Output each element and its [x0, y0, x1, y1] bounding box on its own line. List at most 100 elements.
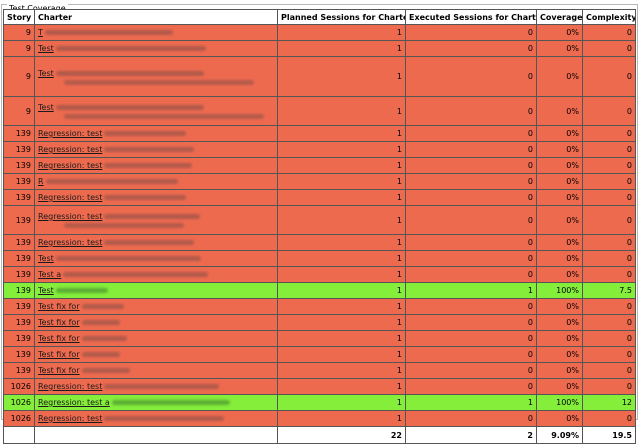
executed-cell: 0	[405, 173, 537, 190]
complexity-cell: 0	[582, 378, 636, 395]
planned-cell: 1	[277, 314, 406, 331]
charter-link[interactable]: Test a	[38, 270, 61, 279]
charter-cell: Test	[34, 40, 278, 57]
charter-link[interactable]: Regression: test	[38, 129, 102, 138]
table-row: 139 Test fix for 1 0 0% 0	[3, 298, 636, 315]
executed-cell: 0	[405, 346, 537, 363]
charter-cell: Test a	[34, 266, 278, 283]
charter-link[interactable]: Test	[38, 69, 54, 78]
complexity-cell: 0	[582, 330, 636, 347]
redacted-text	[64, 223, 184, 228]
charter-cell: Test fix for	[34, 362, 278, 379]
charter-link[interactable]: Regression: test	[38, 145, 102, 154]
charter-cell: R	[34, 173, 278, 190]
planned-cell: 1	[277, 362, 406, 379]
story-cell: 139	[3, 282, 35, 299]
charter-link[interactable]: R	[38, 177, 44, 186]
coverage-cell: 0%	[536, 173, 583, 190]
table-row: 139 Regression: test 1 0 0% 0	[3, 125, 636, 142]
redacted-text	[64, 79, 254, 85]
coverage-cell: 100%	[536, 282, 583, 299]
charter-link[interactable]: Regression: test	[38, 212, 102, 221]
totals-row: 22 2 9.09% 19.5	[3, 426, 636, 444]
executed-cell: 1	[405, 282, 537, 299]
coverage-cell: 0%	[536, 250, 583, 267]
charter-link[interactable]: T	[38, 28, 43, 37]
column-header-story: Story	[3, 9, 35, 25]
planned-cell: 1	[277, 189, 406, 206]
executed-cell: 0	[405, 378, 537, 395]
story-cell: 139	[3, 330, 35, 347]
story-cell: 139	[3, 234, 35, 251]
redacted-text	[64, 114, 264, 119]
table-row: 9 T 1 0 0% 0	[3, 24, 636, 41]
coverage-cell: 0%	[536, 234, 583, 251]
planned-cell: 1	[277, 234, 406, 251]
charter-link[interactable]: Regression: test	[38, 238, 102, 247]
redacted-text	[45, 179, 178, 184]
planned-cell: 1	[277, 250, 406, 267]
executed-cell: 0	[405, 330, 537, 347]
table-row: 139 R 1 0 0% 0	[3, 173, 636, 190]
charter-link[interactable]: Test	[38, 44, 54, 53]
planned-cell: 1	[277, 40, 406, 57]
charter-link[interactable]: Regression: test a	[38, 398, 110, 407]
story-cell: 1026	[3, 378, 35, 395]
planned-cell: 1	[277, 346, 406, 363]
planned-cell: 1	[277, 56, 406, 97]
redacted-text	[104, 384, 220, 389]
charter-link[interactable]: Test fix for	[38, 350, 80, 359]
charter-link[interactable]: Test fix for	[38, 366, 80, 375]
redacted-text	[104, 214, 201, 219]
story-cell: 139	[3, 173, 35, 190]
charter-link[interactable]: Regression: test	[38, 161, 102, 170]
charter-cell: Test fix for	[34, 330, 278, 347]
column-header-executed: Executed Sessions for Charter	[405, 9, 537, 25]
story-cell: 139	[3, 141, 35, 158]
executed-cell: 0	[405, 189, 537, 206]
header-row: Story Charter Planned Sessions for Chart…	[3, 9, 636, 25]
redacted-text	[81, 352, 120, 357]
story-cell: 9	[3, 56, 35, 97]
story-cell: 139	[3, 157, 35, 174]
charter-link[interactable]: Regression: test	[38, 382, 102, 391]
coverage-cell: 0%	[536, 141, 583, 158]
redacted-text	[104, 240, 195, 245]
table-row: 139 Regression: test 1 0 0% 0	[3, 157, 636, 174]
column-header-coverage: Coverage	[536, 9, 583, 25]
complexity-cell: 0	[582, 410, 636, 427]
charter-link[interactable]: Test fix for	[38, 302, 80, 311]
complexity-cell: 0	[582, 40, 636, 57]
table-row: 139 Test a 1 0 0% 0	[3, 266, 636, 283]
table-row: 1026 Regression: test 1 0 0% 0	[3, 410, 636, 427]
charter-cell: Test	[34, 282, 278, 299]
story-cell: 1026	[3, 410, 35, 427]
complexity-cell: 0	[582, 189, 636, 206]
planned-cell: 1	[277, 282, 406, 299]
table-row: 9 Test 1 0 0% 0	[3, 96, 636, 126]
coverage-cell: 0%	[536, 125, 583, 142]
executed-cell: 0	[405, 410, 537, 427]
charter-link[interactable]: Regression: test	[38, 193, 102, 202]
executed-cell: 0	[405, 125, 537, 142]
coverage-cell: 0%	[536, 56, 583, 97]
charter-link[interactable]: Test fix for	[38, 318, 80, 327]
charter-link[interactable]: Regression: test	[38, 414, 102, 423]
coverage-cell: 0%	[536, 378, 583, 395]
charter-link[interactable]: Test	[38, 286, 54, 295]
planned-cell: 1	[277, 173, 406, 190]
coverage-table: Story Charter Planned Sessions for Chart…	[3, 9, 636, 444]
executed-cell: 0	[405, 205, 537, 235]
complexity-cell: 0	[582, 266, 636, 283]
planned-cell: 1	[277, 205, 406, 235]
totals-charter-cell	[34, 426, 278, 444]
executed-cell: 0	[405, 24, 537, 41]
coverage-cell: 0%	[536, 346, 583, 363]
charter-cell: Regression: test	[34, 378, 278, 395]
charter-link[interactable]: Test fix for	[38, 334, 80, 343]
complexity-cell: 0	[582, 298, 636, 315]
charter-link[interactable]: Test	[38, 103, 54, 112]
coverage-cell: 0%	[536, 330, 583, 347]
table-row: 139 Test fix for 1 0 0% 0	[3, 346, 636, 363]
charter-link[interactable]: Test	[38, 254, 54, 263]
